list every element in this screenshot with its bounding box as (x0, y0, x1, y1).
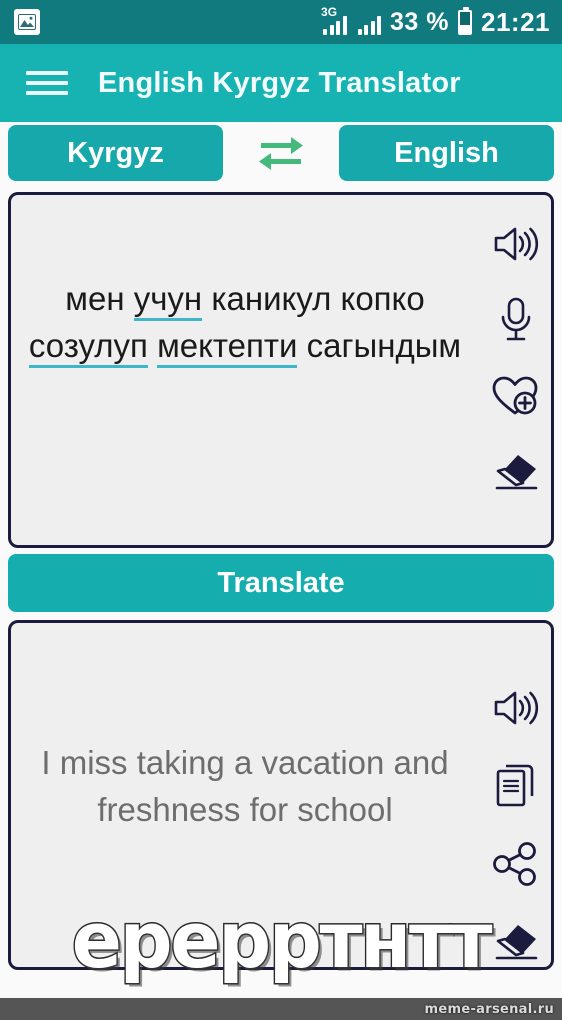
page-title: English Kyrgyz Translator (98, 66, 461, 99)
source-text-segment: каникул копко (202, 280, 425, 317)
network-type-label: 3G (321, 5, 338, 19)
app-bar: English Kyrgyz Translator (0, 44, 562, 122)
translate-button[interactable]: Translate (8, 554, 554, 612)
source-text-segment: мен (65, 280, 134, 317)
source-text-segment-misspelled: мектепти (157, 327, 298, 368)
clock-label: 21:21 (481, 6, 550, 37)
watermark-label: meme-arsenal.ru (424, 1001, 554, 1017)
share-icon[interactable] (489, 837, 543, 891)
swap-languages-button[interactable] (223, 125, 339, 181)
status-bar: 3G 33 % 21:21 (0, 0, 562, 44)
source-panel-actions (489, 217, 543, 499)
source-text-segment-misspelled: созулуп (28, 327, 148, 368)
signal-bars-icon (357, 9, 382, 35)
language-selector-bar: Kyrgyz English (0, 122, 562, 184)
image-icon (14, 9, 40, 35)
microphone-icon[interactable] (489, 293, 543, 347)
copy-icon[interactable] (489, 759, 543, 813)
status-indicators: 3G 33 % 21:21 (321, 5, 550, 38)
translation-result-text: I miss taking a vacation and freshness f… (41, 744, 449, 828)
battery-icon (458, 6, 472, 35)
target-language-button[interactable]: English (339, 125, 554, 181)
battery-percent-label: 33 % (390, 7, 449, 36)
source-text-segment (148, 327, 157, 364)
source-text-segment-misspelled: учун (133, 280, 203, 321)
eraser-icon[interactable] (489, 445, 543, 499)
source-text-input[interactable]: мен учун каникул копко созулуп мектепти … (11, 275, 479, 369)
swap-arrows-icon (255, 132, 307, 175)
source-text-segment: сагындым (297, 327, 462, 364)
eraser-icon[interactable] (489, 915, 543, 969)
result-panel-actions (489, 681, 543, 969)
hamburger-menu-icon[interactable] (26, 68, 68, 98)
source-language-button[interactable]: Kyrgyz (8, 125, 223, 181)
speaker-icon[interactable] (489, 681, 543, 735)
bottom-bar: meme-arsenal.ru (0, 998, 562, 1020)
signal-bars-3g-icon: 3G (321, 5, 347, 35)
translation-result-panel[interactable]: I miss taking a vacation and freshness f… (8, 620, 554, 970)
app-screen: 3G 33 % 21:21 English Kyrgyz Translator … (0, 0, 562, 1020)
speaker-icon[interactable] (489, 217, 543, 271)
source-text-panel[interactable]: мен учун каникул копко созулуп мектепти … (8, 192, 554, 548)
favorite-add-icon[interactable] (489, 369, 543, 423)
